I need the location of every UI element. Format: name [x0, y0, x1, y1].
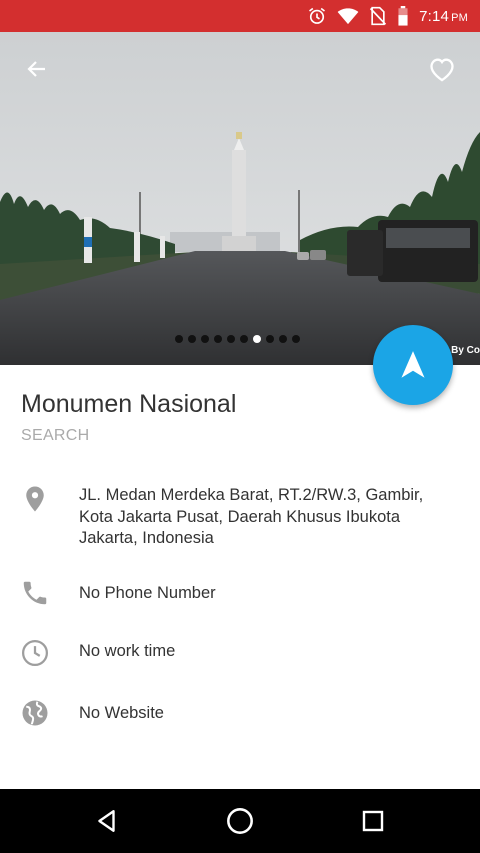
circle-home-icon [227, 808, 253, 834]
pager-dot[interactable] [175, 335, 183, 343]
place-photo[interactable]: By Co [0, 32, 480, 365]
status-icons: 7:14 PM [307, 6, 468, 26]
pager-dot[interactable] [240, 335, 248, 343]
phone-icon [23, 581, 47, 605]
back-button[interactable] [22, 54, 52, 84]
pager-dot[interactable] [227, 335, 235, 343]
heart-outline-icon [430, 58, 454, 82]
status-bar: 7:14 PM [0, 0, 480, 32]
favorite-button[interactable] [427, 54, 457, 84]
place-title: Monumen Nasional [21, 390, 237, 418]
arrow-back-icon [27, 61, 45, 77]
pager-dot[interactable] [279, 335, 287, 343]
monument-photo-illustration [0, 32, 480, 365]
battery-icon [398, 6, 408, 26]
alarm-icon [309, 7, 326, 24]
navigation-arrow-icon [401, 351, 425, 378]
navigate-button[interactable] [373, 325, 453, 405]
nav-back-button[interactable] [92, 806, 122, 836]
phone-text: No Phone Number [79, 584, 216, 602]
address-text: JL. Medan Merdeka Barat, RT.2/RW.3, Gamb… [79, 486, 424, 547]
no-sim-icon [369, 6, 387, 26]
clock-icon [22, 640, 48, 666]
pager-dot[interactable] [201, 335, 209, 343]
nav-home-button[interactable] [225, 806, 255, 836]
system-navigation-bar [0, 789, 480, 853]
pager-dot[interactable] [188, 335, 196, 343]
location-pin-icon [26, 486, 44, 512]
photo-pager[interactable] [175, 335, 300, 343]
nav-recents-button[interactable] [358, 806, 388, 836]
pager-dot[interactable] [253, 335, 261, 343]
place-category: SEARCH [21, 427, 90, 444]
work-time-text: No work time [79, 642, 176, 660]
square-recents-icon [362, 810, 384, 832]
globe-icon [22, 700, 48, 726]
pager-dot[interactable] [292, 335, 300, 343]
website-text: No Website [79, 704, 164, 722]
pager-dot[interactable] [266, 335, 274, 343]
wifi-icon [337, 8, 359, 25]
status-time: 7:14 PM [419, 7, 468, 25]
pager-dot[interactable] [214, 335, 222, 343]
triangle-back-icon [98, 810, 115, 832]
photo-watermark: By Co [451, 345, 480, 356]
